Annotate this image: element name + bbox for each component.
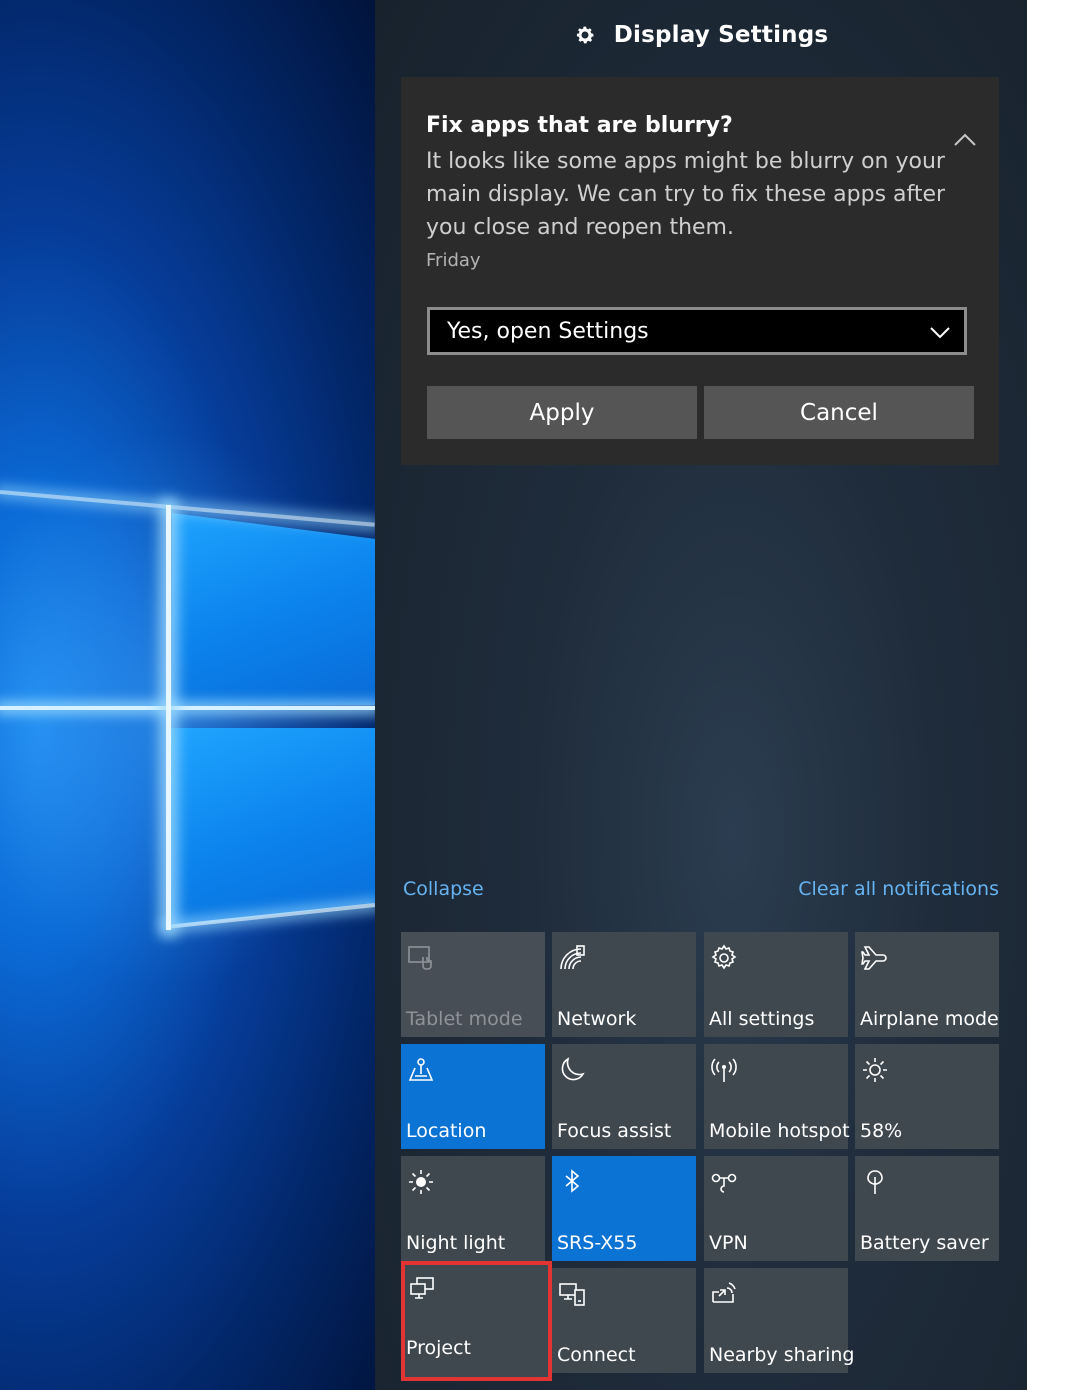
vpn-icon (711, 1173, 737, 1193)
quick-action-tablet-mode[interactable]: Tablet mode (401, 932, 545, 1037)
notification-title: Fix apps that are blurry? (426, 113, 733, 138)
quick-action-label: Location (406, 1120, 487, 1142)
gear-icon (576, 26, 594, 44)
network-icon (560, 945, 585, 970)
night-light-icon (409, 1170, 433, 1194)
clear-all-notifications-link[interactable]: Clear all notifications (798, 878, 999, 900)
hotspot-icon (711, 1058, 737, 1082)
quick-action-night-light[interactable]: Night light (401, 1156, 545, 1261)
quick-action-all-settings[interactable]: All settings (704, 932, 848, 1037)
quick-action-label: Focus assist (557, 1120, 672, 1142)
dropdown-selected-value: Yes, open Settings (447, 319, 649, 344)
moon-icon (561, 1057, 585, 1081)
quick-action-label: Nearby sharing (709, 1344, 855, 1366)
connect-icon (559, 1283, 585, 1306)
wallpaper-window-pane (168, 728, 376, 928)
quick-action-battery-saver[interactable]: Battery saver (855, 1156, 999, 1261)
chevron-up-icon[interactable] (953, 131, 977, 147)
quick-action-label: Battery saver (860, 1232, 989, 1254)
wallpaper-light-line (166, 505, 171, 930)
quick-action-label: VPN (709, 1232, 748, 1254)
quick-action-brightness[interactable]: 58% (855, 1044, 999, 1149)
desktop-wallpaper (0, 0, 376, 1390)
location-icon (408, 1058, 434, 1081)
battery-saver-icon (867, 1170, 883, 1194)
quick-action-label: 58% (860, 1120, 903, 1142)
quick-action-nearby-sharing[interactable]: Nearby sharing (704, 1268, 854, 1373)
apply-button[interactable]: Apply (427, 386, 697, 439)
quick-action-mobile-hotspot[interactable]: Mobile hotspot (704, 1044, 850, 1149)
notification-timestamp: Friday (426, 250, 481, 271)
chevron-down-icon (930, 327, 950, 339)
tablet-mode-icon (408, 946, 432, 970)
airplane-icon (861, 946, 887, 970)
quick-action-project[interactable]: Project (401, 1261, 552, 1381)
cancel-button[interactable]: Cancel (704, 386, 974, 439)
quick-action-network[interactable]: Network (552, 932, 696, 1037)
bluetooth-icon (565, 1169, 580, 1193)
notification-card[interactable]: Fix apps that are blurry? It looks like … (401, 77, 999, 465)
action-center: Display Settings Fix apps that are blurr… (375, 0, 1027, 1390)
quick-action-location[interactable]: Location (401, 1044, 545, 1149)
quick-action-label: Mobile hotspot (709, 1120, 850, 1142)
action-dropdown[interactable]: Yes, open Settings (427, 307, 967, 355)
wallpaper-light-line (0, 706, 376, 710)
quick-action-label: SRS-X55 (557, 1232, 638, 1254)
nearby-sharing-icon (712, 1282, 736, 1303)
notification-group-header[interactable]: Display Settings (375, 22, 1027, 62)
quick-action-connect[interactable]: Connect (552, 1268, 696, 1373)
quick-action-vpn[interactable]: VPN (704, 1156, 848, 1261)
quick-action-label: Project (406, 1337, 472, 1359)
quick-action-label: Connect (557, 1344, 636, 1366)
gear-icon (711, 944, 737, 970)
quick-action-focus-assist[interactable]: Focus assist (552, 1044, 696, 1149)
notification-body: It looks like some apps might be blurry … (426, 149, 946, 240)
quick-action-airplane-mode[interactable]: Airplane mode (855, 932, 999, 1037)
quick-action-label: Night light (406, 1232, 506, 1254)
quick-action-label: Airplane mode (860, 1008, 999, 1030)
brightness-icon (863, 1058, 887, 1082)
collapse-link[interactable]: Collapse (403, 878, 484, 900)
quick-action-label: Network (557, 1008, 637, 1030)
quick-action-bluetooth[interactable]: SRS-X55 (552, 1156, 696, 1261)
quick-action-label: Tablet mode (406, 1008, 523, 1030)
notification-group-title: Display Settings (613, 22, 829, 48)
quick-action-label: All settings (709, 1008, 815, 1030)
project-icon (410, 1277, 434, 1299)
